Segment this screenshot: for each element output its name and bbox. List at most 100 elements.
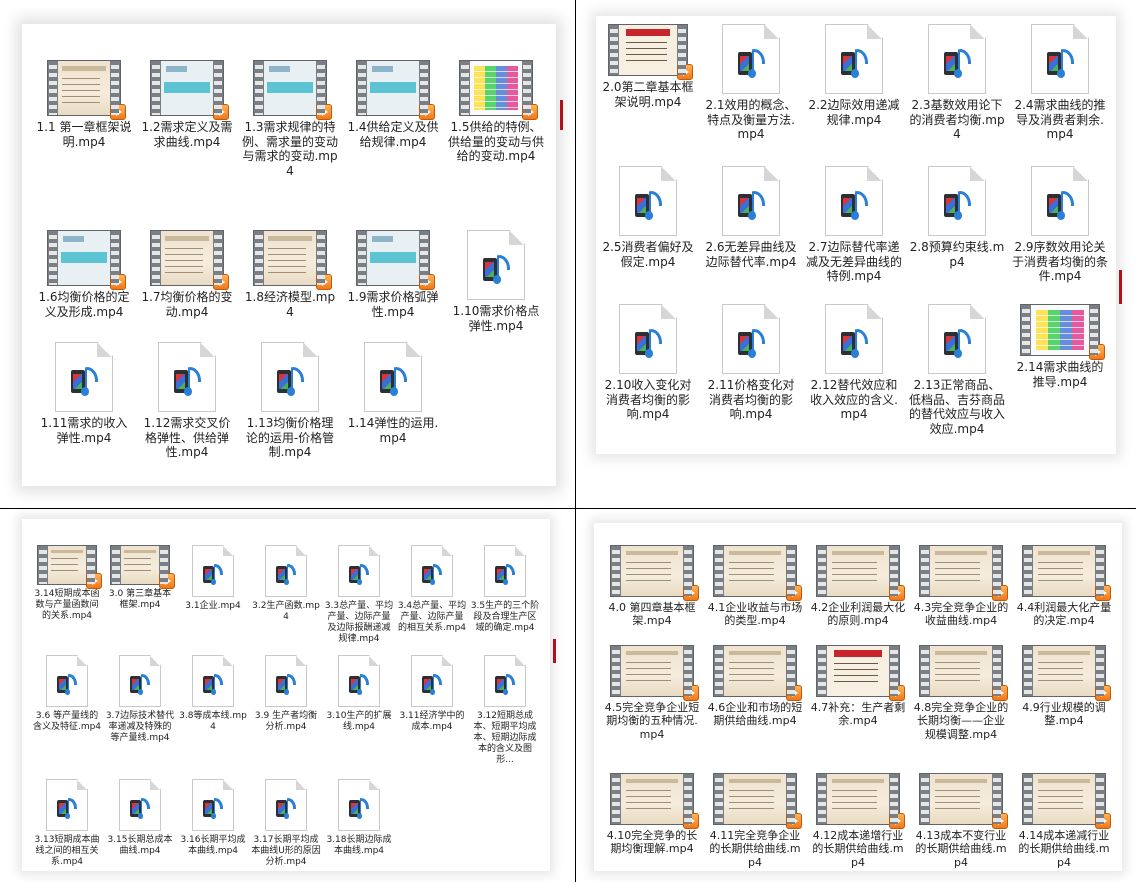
video-thumbnail [47,230,126,290]
file-name-label: 3.5生产的三个阶段及合理生产区域的确定.mp4 [470,601,540,633]
media-file-icon [55,342,113,412]
file-name-label: 2.9序数效用论关于消费者均衡的条件.mp4 [1012,240,1109,284]
file-item[interactable]: 3.0 第三章基本框架.mp4 [105,545,175,611]
video-thumbnail [713,645,802,701]
file-name-label: 2.3基数效用论下的消费者均衡.mp4 [909,98,1005,142]
video-thumbnail [713,773,802,829]
video-frame-preview [367,61,419,115]
file-item[interactable]: 1.1 第一章框架说明.mp4 [36,60,132,149]
file-item[interactable]: 3.9 生产者均衡分析.mp4 [251,655,321,733]
file-item[interactable]: 4.1企业收益与市场的类型.mp4 [707,545,803,628]
file-name-label: 3.15长期总成本曲线.mp4 [107,835,173,856]
file-item[interactable]: 3.4总产量、平均产量、边际产量的相互关系.mp4 [397,545,467,634]
file-item[interactable]: 4.11完全竞争企业的长期供给曲线.mp4 [707,773,803,869]
file-item[interactable]: 3.14短期成本函数与产量函数间的关系.mp4 [32,545,102,622]
file-item[interactable]: 2.3基数效用论下的消费者均衡.mp4 [909,24,1005,142]
file-item[interactable]: 3.7边际技术替代率递减及特殊的等产量线.mp4 [105,655,175,744]
file-item[interactable]: 3.6 等产量线的含义及特征.mp4 [32,655,102,733]
play-overlay-icon [786,685,802,701]
file-item[interactable]: 2.9序数效用论关于消费者均衡的条件.mp4 [1012,166,1108,284]
file-item[interactable]: 2.7边际替代率递减及无差异曲线的特例.mp4 [806,166,902,284]
media-file-icon [338,779,380,831]
file-name-label: 1.10需求价格点弹性.mp4 [452,304,540,333]
media-file-icon [928,304,986,374]
video-thumbnail [356,230,435,290]
file-item[interactable]: 1.7均衡价格的变动.mp4 [139,230,235,319]
file-item[interactable]: 3.16长期平均成本曲线.mp4 [178,779,248,857]
file-item[interactable]: 2.14需求曲线的推导.mp4 [1012,304,1108,389]
file-item[interactable]: 3.1企业.mp4 [178,545,248,612]
video-thumbnail [608,24,693,80]
file-name-label: 2.1效用的概念、特点及衡量方法.mp4 [705,98,797,142]
file-item[interactable]: 3.13短期成本曲线之间的相互关系.mp4 [32,779,102,868]
file-item[interactable]: 2.6无差异曲线及边际替代率.mp4 [703,166,799,269]
file-item[interactable]: 2.1效用的概念、特点及衡量方法.mp4 [703,24,799,142]
file-item[interactable]: 3.3总产量、平均产量、边际产量及边际报酬递减规律.mp4 [324,545,394,645]
file-item[interactable]: 2.8预算约束线.mp4 [909,166,1005,269]
file-item[interactable]: 1.3需求规律的特例、需求量的变动与需求的变动.mp4 [242,60,338,179]
file-item[interactable]: 2.11价格变化对消费者均衡的影响.mp4 [703,304,799,422]
file-name-label: 1.12需求交叉价格弹性、供给弹性.mp4 [143,416,231,460]
file-item[interactable]: 4.13成本不变行业的长期供给曲线.mp4 [913,773,1009,869]
video-frame-preview [161,231,213,285]
video-frame-preview [724,774,786,824]
file-item[interactable]: 3.17长期平均成本曲线U形的原因分析.mp4 [251,779,321,868]
file-item[interactable]: 4.10完全竞争的长期均衡理解.mp4 [604,773,700,856]
video-thumbnail [610,545,699,601]
file-name-label: 4.5完全竞争企业短期均衡的五种情况.mp4 [604,701,700,741]
file-item[interactable]: 1.14弹性的运用.mp4 [345,342,441,445]
file-item[interactable]: 4.3完全竞争企业的收益曲线.mp4 [913,545,1009,628]
file-item[interactable]: 4.5完全竞争企业短期均衡的五种情况.mp4 [604,645,700,741]
file-item[interactable]: 2.5消费者偏好及假定.mp4 [600,166,696,269]
file-item[interactable]: 2.2边际效用递减规律.mp4 [806,24,902,127]
file-item[interactable]: 4.6企业和市场的短期供给曲线.mp4 [707,645,803,728]
file-item[interactable]: 1.9需求价格弧弹性.mp4 [345,230,441,319]
file-name-label: 3.16长期平均成本曲线.mp4 [180,835,246,856]
file-item[interactable]: 2.13正常商品、低档品、吉芬商品的替代效应与收入效应.mp4 [909,304,1005,437]
file-item[interactable]: 1.12需求交叉价格弹性、供给弹性.mp4 [139,342,235,460]
file-name-label: 4.12成本递增行业的长期供给曲线.mp4 [812,829,904,869]
file-item[interactable]: 3.11经济学中的成本.mp4 [397,655,467,733]
video-frame-preview [930,546,992,596]
media-file-icon [192,545,234,597]
file-item[interactable]: 1.2需求定义及需求曲线.mp4 [139,60,235,149]
file-item[interactable]: 2.10收入变化对消费者均衡的影响.mp4 [600,304,696,422]
file-item[interactable]: 2.12替代效应和收入效应的含义.mp4 [806,304,902,422]
file-item[interactable]: 4.7补充：生产者剩余.mp4 [810,645,906,728]
video-frame-preview [161,61,213,115]
file-name-label: 3.7边际技术替代率递减及特殊的等产量线.mp4 [105,711,175,743]
file-item[interactable]: 4.4利润最大化产量的决定.mp4 [1016,545,1112,628]
file-item[interactable]: 3.10生产的扩展线.mp4 [324,655,394,733]
video-thumbnail [47,60,126,120]
file-item[interactable]: 3.18长期边际成本曲线.mp4 [324,779,394,857]
play-overlay-icon [683,685,699,701]
file-item[interactable]: 4.12成本递增行业的长期供给曲线.mp4 [810,773,906,869]
video-frame-preview [1033,646,1095,696]
file-item[interactable]: 2.0第二章基本框架说明.mp4 [600,24,696,109]
edge-mark [560,100,563,130]
file-item[interactable]: 1.11需求的收入弹性.mp4 [36,342,132,445]
file-item[interactable]: 1.13均衡价格理论的运用-价格管制.mp4 [242,342,338,460]
file-item[interactable]: 3.8等成本线.mp4 [178,655,248,733]
video-frame-preview [1033,774,1095,824]
file-item[interactable]: 1.4供给定义及供给规律.mp4 [345,60,441,149]
video-thumbnail [919,545,1008,601]
file-item[interactable]: 3.5生产的三个阶段及合理生产区域的确定.mp4 [470,545,540,634]
file-item[interactable]: 2.4需求曲线的推导及消费者剩余.mp4 [1012,24,1108,142]
file-item[interactable]: 3.12短期总成本、短期平均成本、短期边际成本的含义及图形... [470,655,540,766]
file-item[interactable]: 4.2企业利润最大化的原则.mp4 [810,545,906,628]
media-file-icon [119,779,161,831]
file-item[interactable]: 4.14成本递减行业的长期供给曲线.mp4 [1016,773,1112,869]
file-item[interactable]: 4.8完全竞争企业的长期均衡——企业规模调整.mp4 [913,645,1009,741]
file-item[interactable]: 4.0 第四章基本框架.mp4 [604,545,700,628]
file-item[interactable]: 4.9行业规模的调整.mp4 [1016,645,1112,728]
file-item[interactable]: 1.6均衡价格的定义及形成.mp4 [36,230,132,319]
file-name-label: 2.0第二章基本框架说明.mp4 [602,80,694,109]
file-item[interactable]: 1.10需求价格点弹性.mp4 [448,230,544,333]
file-item[interactable]: 3.2生产函数.mp4 [251,545,321,623]
file-item[interactable]: 1.5供给的特例、供给量的变动与供给的变动.mp4 [448,60,544,164]
file-item[interactable]: 3.15长期总成本曲线.mp4 [105,779,175,857]
file-name-label: 2.2边际效用递减规律.mp4 [808,98,900,127]
file-item[interactable]: 1.8经济模型.mp4 [242,230,338,319]
file-name-label: 3.2生产函数.mp4 [252,601,320,622]
